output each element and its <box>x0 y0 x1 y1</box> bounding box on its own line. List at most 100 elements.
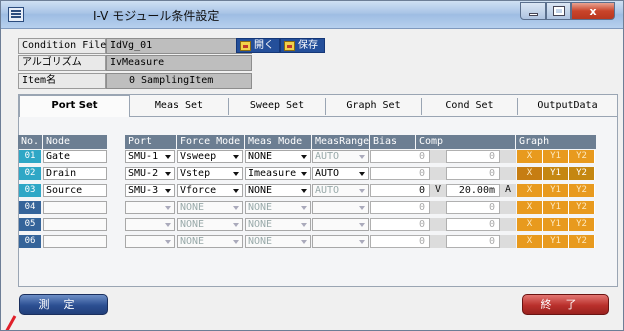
bias-unit: V <box>430 184 446 197</box>
item-value: 0 SamplingItem <box>106 73 252 89</box>
meas-mode-select[interactable]: NONE <box>245 201 311 214</box>
node-field[interactable] <box>43 235 107 248</box>
comp-field[interactable]: 0 <box>446 201 500 214</box>
force-mode-select-value: Vstep <box>180 168 211 179</box>
tab-graph-set[interactable]: Graph Set <box>326 98 422 115</box>
meas-range-select[interactable]: AUTO <box>312 184 369 197</box>
force-mode-select[interactable]: Vstep <box>177 167 243 180</box>
graph-y1-button[interactable]: Y1 <box>543 150 569 163</box>
port-select-value: SMU-2 <box>128 168 159 179</box>
node-field[interactable] <box>43 201 107 214</box>
graph-x-button[interactable]: X <box>517 150 543 163</box>
maximize-button[interactable] <box>546 2 571 20</box>
bias-field[interactable]: 0 <box>370 167 430 180</box>
tab-cond-set[interactable]: Cond Set <box>422 98 518 115</box>
col-header-graph: Graph <box>516 135 596 149</box>
bias-field[interactable]: 0 <box>370 150 430 163</box>
close-button[interactable]: x <box>571 2 615 20</box>
row-number: 05 <box>19 218 41 231</box>
graph-x-button[interactable]: X <box>517 167 543 180</box>
graph-y2-button[interactable]: Y2 <box>569 184 595 197</box>
graph-x-button[interactable]: X <box>517 201 543 214</box>
force-mode-select[interactable]: Vsweep <box>177 150 243 163</box>
chevron-down-icon <box>163 186 173 195</box>
comp-field[interactable]: 0 <box>446 218 500 231</box>
bias-field[interactable]: 0 <box>370 184 430 197</box>
bias-field[interactable]: 0 <box>370 201 430 214</box>
node-field[interactable]: Drain <box>43 167 107 180</box>
chevron-down-icon <box>357 152 367 161</box>
col-header-meas-mode: Meas Mode <box>245 135 312 149</box>
bias-field[interactable]: 0 <box>370 218 430 231</box>
comp-field[interactable]: 0 <box>446 150 500 163</box>
port-select-value: SMU-3 <box>128 185 159 196</box>
table-row: 05 NONE NONE 0 0 X Y1 Y2 <box>18 218 596 232</box>
port-select[interactable]: SMU-3 <box>125 184 175 197</box>
meas-mode-select[interactable]: Imeasure <box>245 167 311 180</box>
tab-port-set[interactable]: Port Set <box>19 95 130 117</box>
meas-range-select[interactable] <box>312 201 369 214</box>
comp-field[interactable]: 0 <box>446 235 500 248</box>
tab-output-data[interactable]: OutputData <box>518 98 617 115</box>
node-field[interactable]: Source <box>43 184 107 197</box>
graph-x-button[interactable]: X <box>517 184 543 197</box>
meas-mode-select[interactable]: NONE <box>245 150 311 163</box>
graph-x-button[interactable]: X <box>517 235 543 248</box>
tab-sweep-set[interactable]: Sweep Set <box>229 98 326 115</box>
graph-y2-button[interactable]: Y2 <box>569 167 595 180</box>
graph-y1-button[interactable]: Y1 <box>543 167 569 180</box>
title-bar[interactable]: I-V モジュール条件設定 x <box>1 1 623 29</box>
measure-button[interactable]: 測定 <box>19 294 108 315</box>
chevron-down-icon <box>231 152 241 161</box>
meas-range-select[interactable] <box>312 235 369 248</box>
force-mode-select[interactable]: Vforce <box>177 184 243 197</box>
graph-y1-button[interactable]: Y1 <box>543 235 569 248</box>
graph-y2-button[interactable]: Y2 <box>569 218 595 231</box>
meas-mode-select-value: NONE <box>248 236 273 247</box>
port-select[interactable] <box>125 201 175 214</box>
meas-mode-select[interactable]: NONE <box>245 218 311 231</box>
bias-field[interactable]: 0 <box>370 235 430 248</box>
graph-y1-button[interactable]: Y1 <box>543 218 569 231</box>
row-number: 03 <box>19 184 41 197</box>
chevron-down-icon <box>163 152 173 161</box>
graph-y2-button[interactable]: Y2 <box>569 201 595 214</box>
meas-mode-select[interactable]: NONE <box>245 184 311 197</box>
chevron-down-icon <box>163 220 173 229</box>
graph-y1-button[interactable]: Y1 <box>543 184 569 197</box>
meas-mode-select[interactable]: NONE <box>245 235 311 248</box>
save-button[interactable]: 保存 <box>280 38 325 53</box>
col-header-bias: Bias <box>370 135 416 149</box>
graph-x-button[interactable]: X <box>517 218 543 231</box>
chevron-down-icon <box>163 203 173 212</box>
port-select[interactable] <box>125 235 175 248</box>
graph-y1-button[interactable]: Y1 <box>543 201 569 214</box>
node-field[interactable] <box>43 218 107 231</box>
force-mode-select[interactable]: NONE <box>177 235 243 248</box>
comp-field[interactable]: 0 <box>446 167 500 180</box>
graph-y2-button[interactable]: Y2 <box>569 150 595 163</box>
comp-unit <box>500 218 516 231</box>
meas-range-select[interactable] <box>312 218 369 231</box>
chevron-down-icon <box>357 186 367 195</box>
chevron-down-icon <box>299 152 309 161</box>
meas-range-select[interactable]: AUTO <box>312 167 369 180</box>
meas-range-select[interactable]: AUTO <box>312 150 369 163</box>
tab-bar: Port Set Meas Set Sweep Set Graph Set Co… <box>19 95 617 117</box>
port-select[interactable]: SMU-1 <box>125 150 175 163</box>
minimize-button[interactable] <box>520 2 546 20</box>
chevron-down-icon <box>299 220 309 229</box>
table-row: 06 NONE NONE 0 0 X Y1 Y2 <box>18 235 596 249</box>
window-controls: x <box>520 2 615 20</box>
tab-meas-set[interactable]: Meas Set <box>130 98 229 115</box>
force-mode-select[interactable]: NONE <box>177 218 243 231</box>
port-select[interactable]: SMU-2 <box>125 167 175 180</box>
node-field[interactable]: Gate <box>43 150 107 163</box>
open-button[interactable]: 開く <box>236 38 280 53</box>
exit-button[interactable]: 終了 <box>522 294 609 315</box>
port-select[interactable] <box>125 218 175 231</box>
force-mode-select[interactable]: NONE <box>177 201 243 214</box>
cursor-pointer-icon <box>5 315 17 330</box>
graph-y2-button[interactable]: Y2 <box>569 235 595 248</box>
comp-field[interactable]: 20.00m <box>446 184 500 197</box>
